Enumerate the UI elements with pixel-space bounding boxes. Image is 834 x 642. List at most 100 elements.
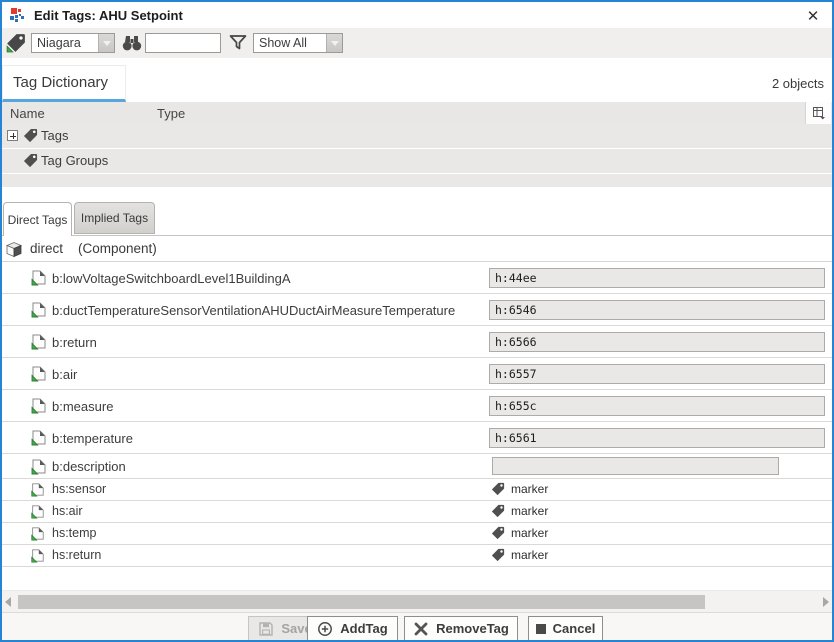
tag-note-icon bbox=[30, 548, 45, 563]
tree-filler bbox=[2, 174, 832, 187]
dictionary-select[interactable]: Niagara bbox=[31, 33, 115, 53]
tag-value-input[interactable] bbox=[489, 396, 825, 416]
close-icon[interactable]: ✕ bbox=[803, 6, 823, 26]
tab-implied-tags[interactable]: Implied Tags bbox=[74, 202, 155, 234]
tag-row[interactable]: b:description bbox=[2, 454, 832, 479]
target-name: direct bbox=[30, 241, 63, 256]
tag-icon bbox=[491, 526, 505, 540]
remove-tag-button[interactable]: RemoveTag bbox=[404, 616, 518, 641]
tag-value-input[interactable] bbox=[489, 300, 825, 320]
tag-name: hs:air bbox=[52, 504, 83, 518]
tag-note-icon bbox=[30, 482, 45, 497]
add-tag-button[interactable]: AddTag bbox=[307, 616, 398, 641]
marker-value: marker bbox=[491, 482, 548, 496]
tag-name: b:air bbox=[52, 367, 77, 382]
table-options-icon bbox=[812, 106, 826, 120]
target-component-row[interactable]: direct (Component) bbox=[2, 236, 832, 262]
tag-row[interactable]: b:ductTemperatureSensorVentilationAHUDuc… bbox=[2, 294, 832, 326]
tag-row[interactable]: b:return bbox=[2, 326, 832, 358]
object-count: 2 objects bbox=[772, 76, 824, 91]
tag-name: b:description bbox=[52, 459, 126, 474]
marker-label: marker bbox=[511, 526, 548, 540]
target-type: (Component) bbox=[78, 241, 157, 256]
tag-note-icon bbox=[30, 526, 45, 541]
button-bar: Save AddTag RemoveTag Cancel bbox=[2, 612, 832, 640]
tag-value-input[interactable] bbox=[492, 457, 779, 475]
marker-value: marker bbox=[491, 526, 548, 540]
component-cube-icon bbox=[5, 240, 23, 258]
tag-icon bbox=[6, 33, 26, 53]
tag-name: b:temperature bbox=[52, 431, 133, 446]
tag-value-input[interactable] bbox=[489, 268, 825, 288]
tag-note-icon bbox=[30, 458, 47, 475]
chevron-down-icon[interactable] bbox=[326, 34, 342, 52]
niagara-logo-icon bbox=[9, 7, 25, 23]
tree-item-label: Tags bbox=[41, 128, 68, 143]
marker-tag-row[interactable]: hs:return marker bbox=[2, 545, 832, 567]
filter-funnel-icon[interactable] bbox=[228, 33, 248, 53]
scrollbar-thumb[interactable] bbox=[18, 595, 705, 609]
stop-square-icon bbox=[536, 624, 546, 634]
tag-icon bbox=[491, 482, 505, 496]
marker-value: marker bbox=[491, 548, 548, 562]
dictionary-tree: Tags Tag Groups bbox=[2, 124, 832, 187]
marker-label: marker bbox=[511, 482, 548, 496]
tag-value-input[interactable] bbox=[489, 428, 825, 448]
cancel-button[interactable]: Cancel bbox=[528, 616, 603, 641]
dialog-title: Edit Tags: AHU Setpoint bbox=[34, 8, 183, 23]
tag-icon bbox=[23, 153, 38, 168]
tree-row-tag-groups[interactable]: Tag Groups bbox=[2, 149, 832, 173]
show-filter-select[interactable]: Show All bbox=[253, 33, 343, 53]
marker-value: marker bbox=[491, 504, 548, 518]
tag-row[interactable]: b:temperature bbox=[2, 422, 832, 454]
horizontal-scrollbar[interactable] bbox=[2, 590, 832, 612]
show-filter-value: Show All bbox=[254, 34, 326, 52]
tag-value-input[interactable] bbox=[489, 332, 825, 352]
remove-tag-label: RemoveTag bbox=[436, 621, 509, 636]
toolbar: Niagara Show All bbox=[2, 28, 832, 58]
tags-tabs: Direct Tags Implied Tags bbox=[2, 202, 832, 235]
tag-row[interactable]: b:measure bbox=[2, 390, 832, 422]
search-binoculars-icon[interactable] bbox=[122, 33, 142, 53]
tag-row[interactable]: b:lowVoltageSwitchboardLevel1BuildingA bbox=[2, 262, 832, 294]
column-header-name: Name bbox=[10, 106, 45, 121]
plus-circle-icon bbox=[317, 621, 333, 637]
tag-note-icon bbox=[30, 269, 47, 286]
scroll-right-arrow-icon[interactable] bbox=[819, 596, 829, 608]
marker-label: marker bbox=[511, 548, 548, 562]
x-remove-icon bbox=[413, 621, 429, 637]
tag-note-icon bbox=[30, 429, 47, 446]
dictionary-tab-row: Tag Dictionary 2 objects bbox=[2, 58, 832, 102]
marker-label: marker bbox=[511, 504, 548, 518]
marker-tag-row[interactable]: hs:air marker bbox=[2, 501, 832, 523]
tag-name: b:lowVoltageSwitchboardLevel1BuildingA bbox=[52, 271, 291, 286]
expand-plus-icon[interactable] bbox=[7, 130, 18, 141]
tag-note-icon bbox=[30, 397, 47, 414]
tag-row[interactable]: b:air bbox=[2, 358, 832, 390]
tag-icon bbox=[491, 504, 505, 518]
column-header-type: Type bbox=[157, 106, 185, 121]
add-tag-label: AddTag bbox=[340, 621, 387, 636]
cancel-label: Cancel bbox=[553, 621, 596, 636]
tab-direct-tags[interactable]: Direct Tags bbox=[3, 202, 72, 236]
tag-name: b:measure bbox=[52, 399, 113, 414]
tag-name: hs:sensor bbox=[52, 482, 106, 496]
tag-name: hs:return bbox=[52, 548, 101, 562]
tag-value-input[interactable] bbox=[489, 364, 825, 384]
tag-name: b:ductTemperatureSensorVentilationAHUDuc… bbox=[52, 303, 455, 318]
chevron-down-icon[interactable] bbox=[98, 34, 114, 52]
tag-note-icon bbox=[30, 504, 45, 519]
marker-tag-row[interactable]: hs:temp marker bbox=[2, 523, 832, 545]
tab-tag-dictionary[interactable]: Tag Dictionary bbox=[2, 65, 126, 102]
tree-row-tags[interactable]: Tags bbox=[2, 124, 832, 148]
scroll-left-arrow-icon[interactable] bbox=[5, 596, 15, 608]
table-options-button[interactable] bbox=[805, 102, 831, 124]
tree-item-label: Tag Groups bbox=[41, 153, 108, 168]
marker-tag-row[interactable]: hs:sensor marker bbox=[2, 479, 832, 501]
tag-note-icon bbox=[30, 301, 47, 318]
search-input[interactable] bbox=[145, 33, 221, 53]
tag-note-icon bbox=[30, 365, 47, 382]
tag-name: b:return bbox=[52, 335, 97, 350]
dictionary-table-header: Name Type bbox=[2, 102, 832, 124]
tag-icon bbox=[23, 128, 38, 143]
